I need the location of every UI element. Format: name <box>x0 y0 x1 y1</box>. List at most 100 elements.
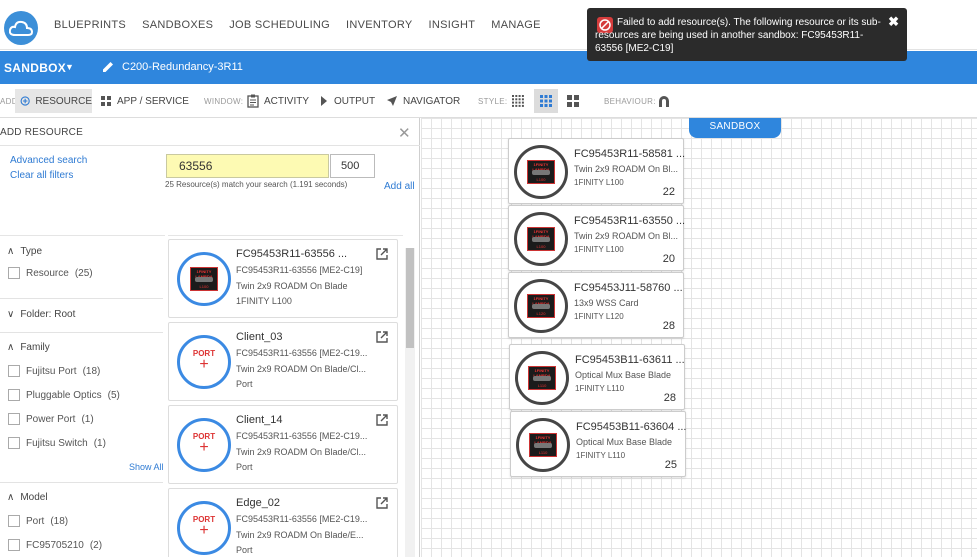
result-card[interactable]: PORT + Edge_02 FC95453R11-63556 [ME2-C19.… <box>168 488 398 557</box>
card-desc: Optical Mux Base Blade <box>576 437 673 447</box>
open-external-icon[interactable] <box>375 330 389 349</box>
error-toast: Failed to add resource(s). The following… <box>587 8 907 61</box>
result-line2: FC95453R11-63556 [ME2-C19] <box>236 265 363 275</box>
error-message: Failed to add resource(s). The following… <box>595 17 881 54</box>
navigation-arrow-icon <box>387 96 397 106</box>
scrollbar-thumb[interactable] <box>406 248 414 348</box>
navigator-button[interactable]: NAVIGATOR <box>386 84 460 118</box>
open-external-icon[interactable] <box>375 247 389 266</box>
card-desc: 13x9 WSS Card <box>574 298 639 308</box>
search-input[interactable]: 63556 <box>166 154 329 178</box>
result-count-input[interactable]: 500 <box>330 154 375 178</box>
sandbox-name[interactable]: C200-Redundancy-3R11 <box>122 61 243 73</box>
result-card[interactable]: 1FINITY LAMBDAL100 FC95453R11-63556 ... … <box>168 239 398 318</box>
close-icon[interactable]: ✕ <box>398 124 411 142</box>
cloud-logo-icon[interactable] <box>4 11 38 45</box>
result-line3: Twin 2x9 ROADM On Blade/Cl... <box>236 364 367 374</box>
family-filter-header[interactable]: ∧ Family <box>7 342 50 353</box>
card-count: 28 <box>663 392 676 404</box>
add-all-link[interactable]: Add all <box>384 181 415 192</box>
card-model: 1FINITY L120 <box>574 312 624 321</box>
folder-filter-header[interactable]: ∨ Folder: Root <box>7 309 75 320</box>
card-count: 20 <box>662 253 675 265</box>
advanced-search-link[interactable]: Advanced search <box>10 155 87 166</box>
add-resource-panel: ADD RESOURCE ✕ Advanced search Clear all… <box>0 118 420 557</box>
blade-icon: 1FINITY LAMBDAL100 <box>514 212 568 266</box>
nav-inventory[interactable]: INVENTORY <box>338 19 420 31</box>
checkbox[interactable] <box>8 539 20 551</box>
add-app-service-button[interactable]: APP / SERVICE <box>100 84 189 118</box>
card-model: 1FINITY L110 <box>575 384 625 393</box>
open-external-icon[interactable] <box>375 413 389 432</box>
filter-power-port[interactable]: Power Port (1) <box>8 413 94 425</box>
show-all-link[interactable]: Show All <box>129 462 164 472</box>
filter-fujitsu-port[interactable]: Fujitsu Port (18) <box>8 365 100 377</box>
style-small-grid-icon[interactable] <box>507 90 529 112</box>
blade-icon: 1FINITY LAMBDAL110 <box>515 351 569 405</box>
style-large-grid-icon[interactable] <box>562 90 584 112</box>
card-title: FC95453J11-58760 ... <box>574 282 683 294</box>
add-resource-button[interactable]: RESOURCE <box>15 89 92 113</box>
filter-pluggable-optics[interactable]: Pluggable Optics (5) <box>8 389 120 401</box>
results-list: 1FINITY LAMBDAL100 FC95453R11-63556 ... … <box>168 235 403 557</box>
open-external-icon[interactable] <box>375 496 389 515</box>
blade-icon: 1FINITY LAMBDAL100 <box>514 145 568 199</box>
style-medium-grid-icon[interactable] <box>534 89 558 113</box>
panel-title: ADD RESOURCE <box>0 127 83 138</box>
result-line4: Port <box>236 545 253 555</box>
pencil-icon[interactable] <box>101 60 115 79</box>
clear-filters-link[interactable]: Clear all filters <box>10 170 73 181</box>
close-toast-icon[interactable]: ✖ <box>888 14 899 30</box>
chevron-up-icon: ∧ <box>7 246 15 257</box>
checkbox[interactable] <box>8 365 20 377</box>
results-scrollbar[interactable] <box>405 248 415 557</box>
checkbox[interactable] <box>8 437 20 449</box>
sandbox-tag: SANDBOX <box>689 118 781 138</box>
magnet-icon[interactable] <box>657 84 671 118</box>
filter-resource[interactable]: Resource (25) <box>8 267 93 279</box>
chevron-up-icon: ∧ <box>7 342 15 353</box>
filter-fc95705210[interactable]: FC95705210 (2) <box>8 539 102 551</box>
apps-icon <box>101 96 111 106</box>
canvas-resource-card[interactable]: 1FINITY LAMBDAL120 FC95453J11-58760 ... … <box>508 272 684 338</box>
canvas-resource-card[interactable]: 1FINITY LAMBDAL110 FC95453B11-63604 ... … <box>510 411 686 477</box>
card-title: FC95453B11-63611 ... <box>575 354 685 366</box>
nav-sandboxes[interactable]: SANDBOXES <box>134 19 221 31</box>
checkbox[interactable] <box>8 389 20 401</box>
result-title: FC95453R11-63556 ... <box>236 248 348 260</box>
chevron-down-icon[interactable]: ▼ <box>65 62 74 72</box>
port-icon: PORT + <box>177 501 231 555</box>
canvas-resource-card[interactable]: 1FINITY LAMBDAL100 FC95453R11-63550 ... … <box>508 205 685 271</box>
result-card[interactable]: PORT + Client_14 FC95453R11-63556 [ME2-C1… <box>168 405 398 484</box>
sandbox-canvas[interactable]: SANDBOX 1FINITY LAMBDAL100 FC95453R11-58… <box>421 118 977 557</box>
activity-button[interactable]: ACTIVITY <box>247 84 309 118</box>
play-icon <box>321 96 327 106</box>
chevron-down-icon: ∨ <box>7 309 15 320</box>
filter-fujitsu-switch[interactable]: Fujitsu Switch (1) <box>8 437 106 449</box>
checkbox[interactable] <box>8 267 20 279</box>
checkbox[interactable] <box>8 413 20 425</box>
blade-icon: 1FINITY LAMBDAL120 <box>514 279 568 333</box>
result-line3: Twin 2x9 ROADM On Blade/E... <box>236 530 364 540</box>
window-label: WINDOW: <box>204 96 244 106</box>
sandbox-dropdown-label[interactable]: SANDBOX <box>4 61 66 75</box>
card-model: 1FINITY L100 <box>574 245 624 254</box>
card-count: 22 <box>662 186 675 198</box>
nav-manage[interactable]: MANAGE <box>483 19 548 31</box>
nav-insight[interactable]: INSIGHT <box>421 19 484 31</box>
style-label: STYLE: <box>478 96 508 106</box>
canvas-resource-card[interactable]: 1FINITY LAMBDAL110 FC95453B11-63611 ... … <box>509 344 685 410</box>
model-filter-header[interactable]: ∧ Model <box>7 492 48 503</box>
type-filter-header[interactable]: ∧ Type <box>7 246 42 257</box>
filter-port[interactable]: Port (18) <box>8 515 68 527</box>
nav-blueprints[interactable]: BLUEPRINTS <box>46 19 134 31</box>
panel-header: ADD RESOURCE ✕ <box>0 118 420 146</box>
card-model: 1FINITY L110 <box>576 451 626 460</box>
result-line2: FC95453R11-63556 [ME2-C19... <box>236 431 368 441</box>
checkbox[interactable] <box>8 515 20 527</box>
result-card[interactable]: PORT + Client_03 FC95453R11-63556 [ME2-C1… <box>168 322 398 401</box>
canvas-resource-card[interactable]: 1FINITY LAMBDAL100 FC95453R11-58581 ... … <box>508 138 685 204</box>
output-button[interactable]: OUTPUT <box>319 84 375 118</box>
toolbar: ADD: RESOURCE APP / SERVICE WINDOW: ACTI… <box>0 84 977 118</box>
nav-job-scheduling[interactable]: JOB SCHEDULING <box>221 19 338 31</box>
